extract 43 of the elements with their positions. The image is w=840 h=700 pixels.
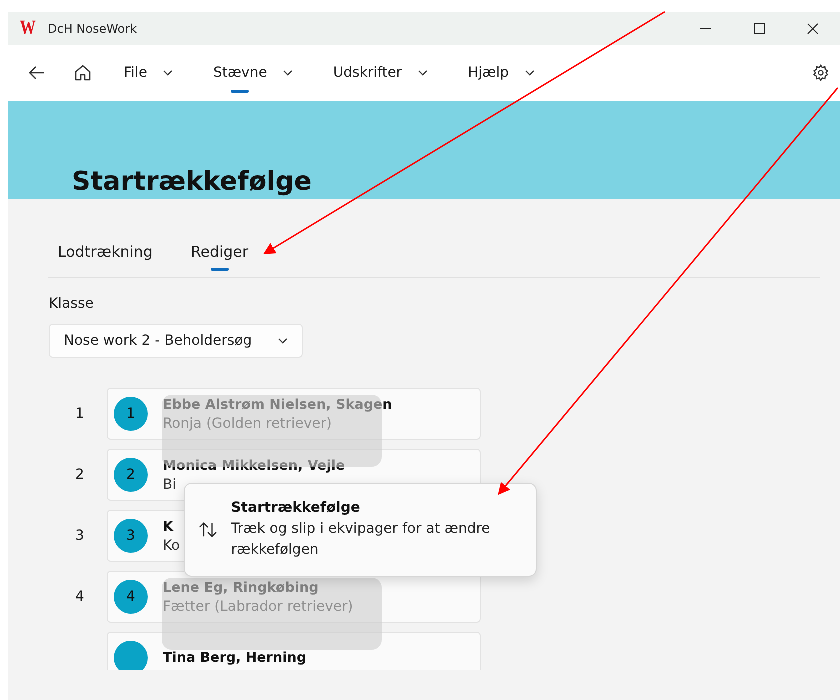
chevron-down-icon [163, 70, 174, 76]
minimize-icon [700, 28, 710, 30]
tooltip-text: Træk og slip i ekvipager for at ændre rækkefølgen [231, 520, 492, 560]
tooltip-title: Startrækkefølge [231, 500, 362, 516]
sort-arrows-icon [199, 520, 218, 540]
number-badge: 4 [114, 580, 148, 614]
handler-name: K [163, 518, 175, 534]
chevron-down-icon [525, 70, 536, 76]
chevron-down-icon [283, 70, 294, 76]
app-logo: W [20, 17, 36, 40]
handler-name: Tina Berg, Herning [163, 650, 306, 666]
chevron-down-icon [418, 70, 428, 76]
maximize-icon [754, 23, 764, 34]
entry-card[interactable]: 1 Ebbe Alstrøm Nielsen, Skagen Ronja (Golden retriever) [107, 388, 481, 440]
menu-item[interactable]: Hjælp [468, 45, 536, 101]
dog-name: Ko [163, 538, 180, 554]
dog-name: Fætter (Labrador retriever) [163, 598, 354, 614]
entry-card[interactable]: Tina Berg, Herning [107, 632, 481, 670]
position-number: 2 [74, 467, 86, 483]
position-number: 3 [74, 528, 86, 544]
number-badge: 2 [114, 458, 148, 492]
close-icon [807, 22, 819, 34]
dog-name: Bi [163, 476, 178, 492]
number-badge: 3 [114, 519, 148, 553]
handler-name: Ebbe Alstrøm Nielsen, Skagen [163, 396, 392, 412]
menu-item[interactable]: File [124, 45, 174, 101]
field-label: Klasse [49, 296, 95, 312]
chevron-down-icon [278, 338, 288, 344]
entry-card[interactable]: 4 Lene Eg, Ringkøbing Fætter (Labrador retriever) [107, 571, 481, 623]
dog-name: Ronja (Golden retriever) [163, 416, 333, 432]
position-number: 4 [74, 589, 86, 605]
number-badge: 1 [114, 397, 148, 431]
tab[interactable]: Lodtrækning [58, 243, 153, 277]
page-title: Startrækkefølge [72, 167, 312, 197]
tab[interactable]: Rediger [190, 243, 249, 277]
window-title: DcH NoseWork [48, 22, 138, 36]
menu-item[interactable]: Stævne [213, 45, 294, 101]
menu-item[interactable]: Udskrifter [333, 45, 428, 101]
class-dropdown[interactable]: Nose work 2 - Beholdersøg [49, 324, 303, 358]
handler-name: Lene Eg, Ringkøbing [163, 580, 320, 596]
handler-name: Monica Mikkelsen, Vejle [163, 458, 346, 474]
number-badge [114, 641, 148, 670]
position-number: 1 [74, 406, 86, 422]
